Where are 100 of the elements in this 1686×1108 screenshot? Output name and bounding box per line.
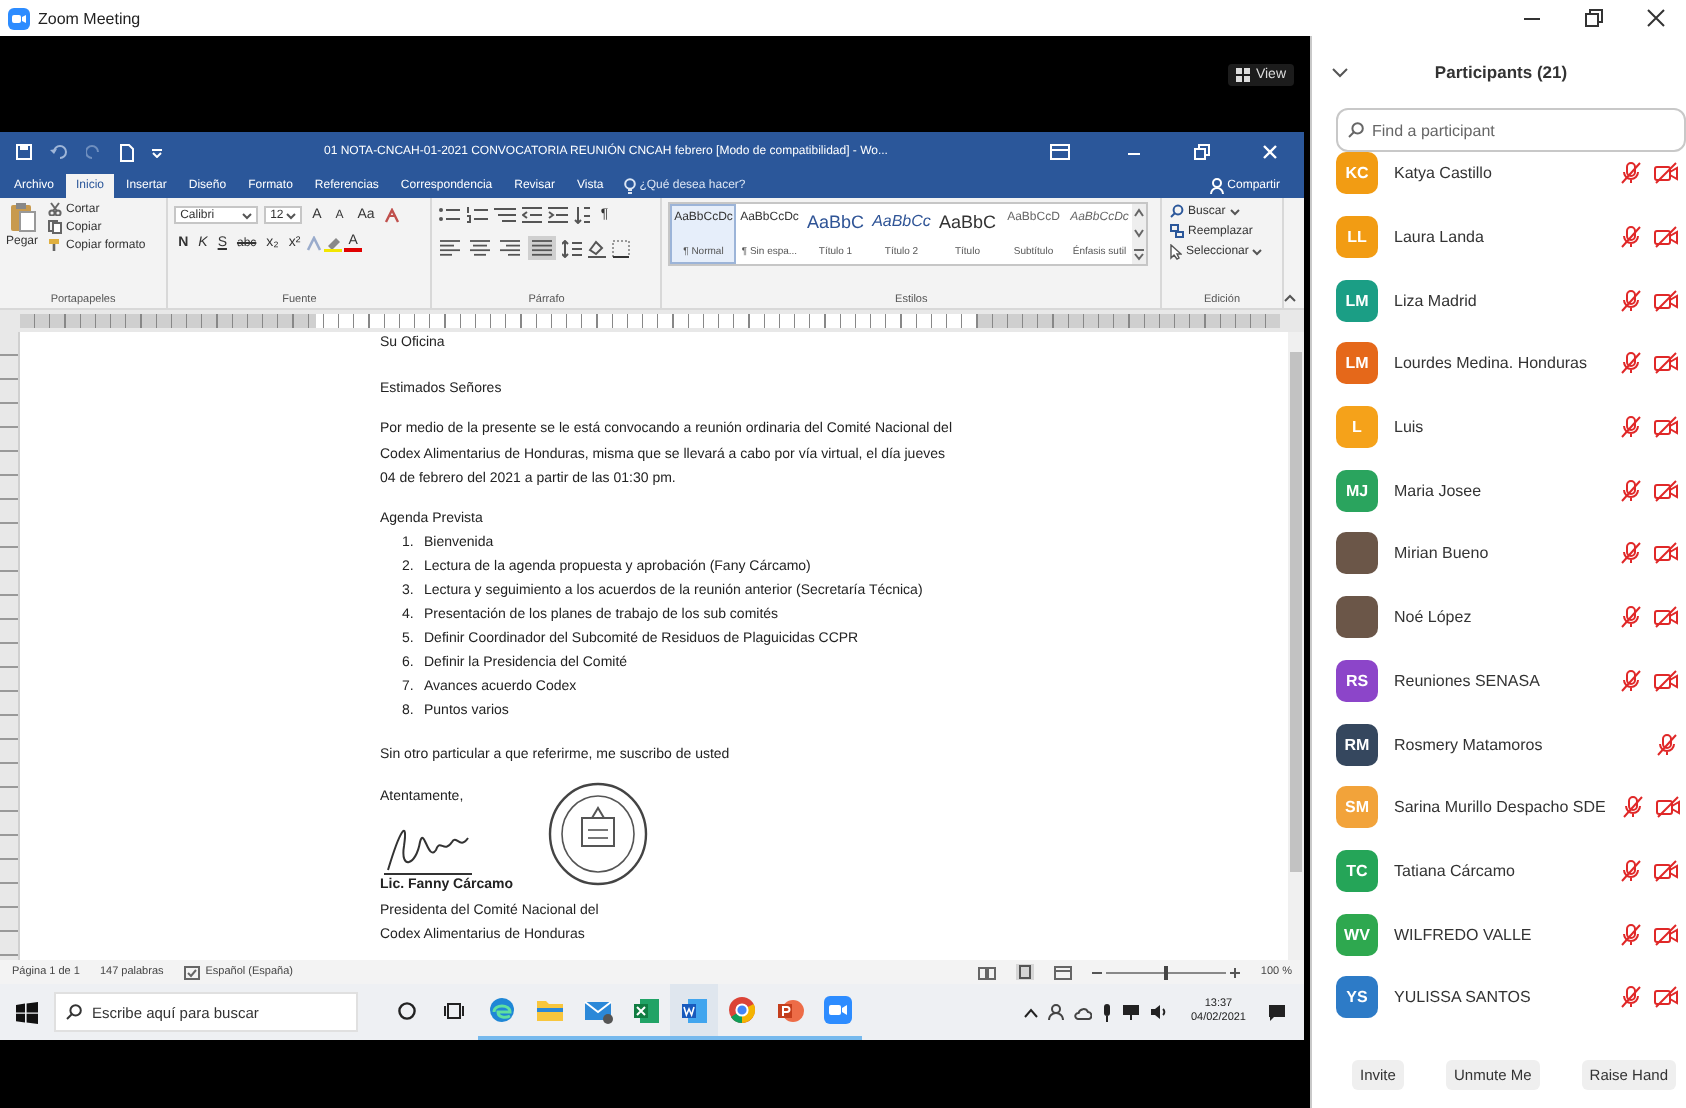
participant-name: Sarina Murillo Despacho SDE [1394, 798, 1606, 817]
spreadsheet-app-icon [633, 997, 659, 1023]
video-off-icon [1654, 986, 1678, 1009]
caret-icon [1229, 207, 1240, 215]
highlighter-icon[interactable] [324, 235, 343, 251]
justify-button[interactable] [528, 236, 557, 260]
avatar: LL [1336, 216, 1378, 259]
participant-name: Rosmery Matamoros [1394, 735, 1545, 754]
start-icon[interactable] [16, 1001, 38, 1023]
muted-microphone-icon [1620, 859, 1642, 882]
align-right-icon[interactable] [498, 238, 523, 258]
speaker-icon[interactable] [1150, 1004, 1169, 1020]
zoom-out-icon[interactable] [1092, 967, 1103, 977]
video-off-icon [1654, 669, 1678, 692]
proofing-icon[interactable] [183, 965, 200, 979]
video-off-icon [1654, 352, 1678, 375]
muted-microphone-icon [1620, 542, 1642, 565]
muted-microphone-icon [1620, 352, 1642, 375]
zoom-slider-thumb[interactable] [1164, 965, 1169, 979]
muted-microphone-icon [1620, 986, 1642, 1009]
avatar: SM [1336, 786, 1378, 829]
borders-icon[interactable] [612, 239, 631, 257]
zoom-in-icon[interactable] [1230, 967, 1241, 977]
new-document-icon[interactable] [120, 143, 134, 161]
line-spacing-icon[interactable] [562, 239, 583, 257]
avatar: LM [1336, 342, 1378, 385]
customize-caret-icon[interactable] [152, 146, 162, 158]
align-left-icon[interactable] [438, 238, 463, 258]
gallery-scroll-icon[interactable] [1132, 204, 1147, 264]
muted-microphone-icon [1620, 162, 1642, 185]
numbering-icon[interactable] [466, 206, 489, 224]
video-off-icon [1654, 162, 1678, 185]
avatar: L [1336, 406, 1378, 449]
avatar: RM [1336, 723, 1378, 766]
notification-icon[interactable] [1268, 1003, 1286, 1021]
muted-microphone-icon [1621, 796, 1644, 819]
scrollbar[interactable] [1288, 332, 1304, 960]
avatar: TC [1336, 849, 1378, 892]
panel-title: Participants (21) [1432, 62, 1570, 82]
cloud-icon[interactable] [1074, 1005, 1093, 1019]
avatar: KC [1336, 152, 1378, 195]
chevron-down-icon[interactable] [1332, 67, 1348, 77]
clear-formatting-icon[interactable] [384, 207, 401, 223]
avatar: RS [1336, 659, 1378, 702]
task-view-icon[interactable] [444, 1001, 464, 1019]
ribbon-display-icon[interactable] [1050, 144, 1070, 160]
video-off-icon [1654, 289, 1678, 312]
video-off-icon [1654, 859, 1678, 882]
restore-icon[interactable] [1194, 144, 1210, 160]
browser-icon [488, 996, 516, 1024]
person-icon [1209, 177, 1224, 193]
presentation-app-icon [777, 997, 803, 1023]
multilevel-list-icon[interactable] [494, 206, 517, 224]
participant-name: Lourdes Medina. Honduras [1394, 354, 1590, 373]
sort-icon[interactable] [574, 206, 591, 224]
avatar: YS [1336, 976, 1378, 1019]
collapse-ribbon-icon[interactable] [1284, 294, 1296, 302]
shading-icon[interactable] [588, 239, 607, 257]
mail-icon [583, 997, 613, 1023]
microphone-icon[interactable] [1102, 1003, 1113, 1021]
avatar: WV [1336, 913, 1378, 956]
undo-icon[interactable] [50, 144, 68, 160]
participant-name: Maria Josee [1394, 481, 1484, 500]
people-icon[interactable] [1048, 1004, 1065, 1020]
taskbar-app-button[interactable] [670, 984, 718, 1040]
caret-icon [286, 211, 297, 219]
restore-icon[interactable] [1583, 8, 1603, 28]
decrease-indent-icon[interactable] [522, 206, 543, 224]
web-layout-icon[interactable] [1054, 965, 1073, 979]
participant-name: Laura Landa [1394, 228, 1486, 247]
circle-icon[interactable] [397, 1001, 415, 1019]
folder-icon [536, 998, 564, 1022]
grid-icon [1235, 67, 1250, 81]
video-camera-icon [824, 996, 852, 1024]
chevron-up-icon[interactable] [1024, 1007, 1039, 1017]
video-off-icon [1654, 479, 1678, 502]
participant-name: Tatiana Cárcamo [1394, 861, 1517, 880]
video-off-icon [1654, 923, 1678, 946]
justify-icon [530, 238, 555, 258]
participant-name: Liza Madrid [1394, 291, 1479, 310]
video-off-icon [1654, 226, 1678, 249]
read-mode-icon[interactable] [978, 965, 997, 979]
participant-name: Noé López [1394, 608, 1474, 627]
save-icon[interactable] [16, 144, 32, 160]
network-icon[interactable] [1122, 1004, 1141, 1020]
document-app-icon [681, 997, 707, 1023]
bullets-icon[interactable] [438, 206, 461, 224]
print-layout-icon[interactable] [1016, 964, 1035, 980]
photo-placeholder [1336, 596, 1378, 639]
cursor-icon [1170, 244, 1183, 260]
participant-name: Mirian Bueno [1394, 544, 1491, 563]
participant-search-field[interactable]: Find a participant [1336, 108, 1686, 152]
paintbrush-icon [48, 238, 63, 252]
close-icon[interactable] [1645, 8, 1665, 28]
increase-indent-icon[interactable] [548, 206, 569, 224]
photo-placeholder [1336, 532, 1378, 575]
muted-microphone-icon [1656, 733, 1678, 756]
align-center-icon[interactable] [468, 238, 493, 258]
muted-microphone-icon [1620, 606, 1642, 629]
browser-icon [728, 996, 756, 1024]
